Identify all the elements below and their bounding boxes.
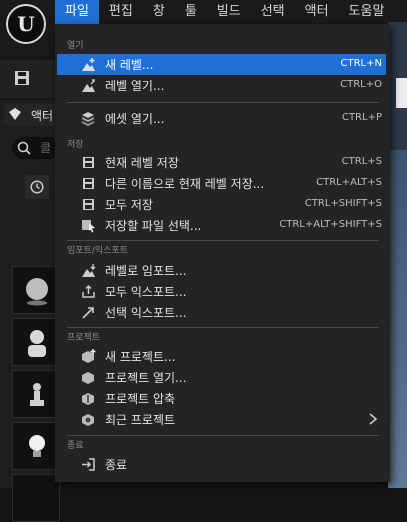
asset-tile-light[interactable] xyxy=(12,422,60,470)
asset-tile-mannequin[interactable] xyxy=(12,318,60,366)
menu-item-label: 현재 레벨 저장 xyxy=(105,156,179,170)
section-open: 열기 xyxy=(67,41,84,51)
menu-file[interactable]: 파일 xyxy=(55,0,99,24)
save-icon[interactable] xyxy=(14,70,30,86)
viewport-object xyxy=(396,78,407,108)
separator xyxy=(67,102,379,103)
save-all-icon xyxy=(83,199,94,210)
separator xyxy=(67,327,379,328)
pawn-icon xyxy=(30,383,44,406)
zip-project-icon xyxy=(82,393,94,405)
menu-item-open-asset[interactable]: 에셋 열기... CTRL+P xyxy=(57,108,386,129)
menu-window[interactable]: 창 xyxy=(143,0,175,24)
logo-letter: U xyxy=(17,12,35,36)
export-all-icon xyxy=(82,284,95,298)
menu-edit[interactable]: 편집 xyxy=(99,0,143,24)
menu-item-label: 모두 익스포트... xyxy=(105,285,187,299)
asset-tile-more[interactable] xyxy=(12,474,60,522)
menu-item-label: 종료 xyxy=(105,458,128,472)
menu-actor[interactable]: 액터 xyxy=(295,0,339,24)
viewport-sky xyxy=(388,150,407,488)
menu-select[interactable]: 선택 xyxy=(251,0,295,24)
section-save: 저장 xyxy=(67,140,84,150)
save-icon xyxy=(83,157,94,168)
menu-item-shortcut: CTRL+P xyxy=(341,112,382,123)
section-project: 프로젝트 xyxy=(67,333,101,343)
menu-item-label: 새 레벨... xyxy=(105,58,154,72)
light-bulb-icon xyxy=(29,435,45,457)
menu-item-label: 레벨 열기... xyxy=(105,79,165,93)
menu-item-new-project[interactable]: 새 프로젝트... xyxy=(57,346,386,367)
menu-item-zip-project[interactable]: 프로젝트 압축 xyxy=(57,388,386,409)
menu-item-save-all[interactable]: 모두 저장 CTRL+SHIFT+S xyxy=(57,194,386,215)
menu-item-shortcut: CTRL+ALT+S xyxy=(316,177,382,188)
menu-item-import-into-level[interactable]: 레벨로 임포트... xyxy=(57,260,386,281)
menu-help[interactable]: 도움말 xyxy=(339,0,395,24)
unreal-logo[interactable]: U xyxy=(6,4,46,44)
sphere-icon xyxy=(26,278,48,306)
save-as-icon xyxy=(83,178,94,189)
open-project-icon xyxy=(82,372,94,384)
menu-item-shortcut: CTRL+S xyxy=(341,156,382,167)
menu-item-shortcut: CTRL+SHIFT+S xyxy=(304,198,382,209)
menu-item-label: 모두 저장 xyxy=(105,198,153,212)
menu-item-label: 프로젝트 열기... xyxy=(105,371,187,385)
open-level-icon xyxy=(82,79,95,92)
menu-tools[interactable]: 툴 xyxy=(175,0,207,24)
separator xyxy=(67,435,379,436)
menu-item-label: 선택 익스포트... xyxy=(105,306,187,320)
menu-item-label: 저장할 파일 선택... xyxy=(105,219,202,233)
menu-item-shortcut: CTRL+ALT+SHIFT+S xyxy=(279,219,382,230)
menu-item-recent-projects[interactable]: 최근 프로젝트 xyxy=(57,409,386,430)
menu-item-label: 레벨로 임포트... xyxy=(105,264,187,278)
choose-files-icon xyxy=(82,220,95,233)
search-icon xyxy=(17,141,31,155)
new-project-icon xyxy=(82,349,96,363)
menu-item-label: 최근 프로젝트 xyxy=(105,413,176,427)
chevron-right-icon xyxy=(369,413,378,425)
export-selected-icon xyxy=(82,307,94,319)
exit-icon xyxy=(82,458,95,471)
menu-item-label: 다른 이름으로 현재 레벨 저장... xyxy=(105,177,265,191)
menu-item-choose-files-to-save[interactable]: 저장할 파일 선택... CTRL+ALT+SHIFT+S xyxy=(57,215,386,236)
menu-item-open-project[interactable]: 프로젝트 열기... xyxy=(57,367,386,388)
menu-item-open-level[interactable]: 레벨 열기... CTRL+O xyxy=(57,75,386,96)
menu-build[interactable]: 빌드 xyxy=(207,0,251,24)
menu-item-export-selected[interactable]: 선택 익스포트... xyxy=(57,302,386,323)
asset-tile-pawn[interactable] xyxy=(12,370,60,418)
menu-item-label: 새 프로젝트... xyxy=(105,350,176,364)
menu-item-shortcut: CTRL+N xyxy=(340,58,382,69)
actor-tab-icon xyxy=(9,108,21,120)
menu-item-shortcut: CTRL+O xyxy=(340,79,382,90)
mannequin-icon xyxy=(28,330,46,357)
menu-item-save-as[interactable]: 다른 이름으로 현재 레벨 저장... CTRL+ALT+S xyxy=(57,173,386,194)
new-level-icon xyxy=(82,58,95,71)
file-menu-dropdown: 열기 새 레벨... CTRL+N 레벨 열기... CTRL+O 에셋 열기.… xyxy=(55,24,390,482)
menu-item-label: 에셋 열기... xyxy=(105,112,165,126)
import-icon xyxy=(82,264,96,277)
section-exit: 종료 xyxy=(67,441,84,451)
main-toolbar xyxy=(0,60,60,98)
menu-item-label: 프로젝트 압축 xyxy=(105,392,176,406)
section-import-export: 임포트/익스포트 xyxy=(67,246,128,256)
menu-bar: 파일 편집 창 툴 빌드 선택 액터 도움말 xyxy=(55,0,394,24)
asset-tile-sphere[interactable] xyxy=(12,266,60,314)
recent-projects-icon xyxy=(82,414,94,426)
menu-item-exit[interactable]: 종료 xyxy=(57,454,386,475)
open-asset-icon xyxy=(82,112,94,126)
separator xyxy=(67,240,379,241)
search-placeholder: 클 xyxy=(40,141,52,155)
menu-item-new-level[interactable]: 새 레벨... CTRL+N xyxy=(57,54,386,75)
clock-icon xyxy=(30,180,44,194)
menu-item-save-current-level[interactable]: 현재 레벨 저장 CTRL+S xyxy=(57,152,386,173)
panel-tab-label: 액터 xyxy=(31,109,54,123)
menu-item-export-all[interactable]: 모두 익스포트... xyxy=(57,281,386,302)
